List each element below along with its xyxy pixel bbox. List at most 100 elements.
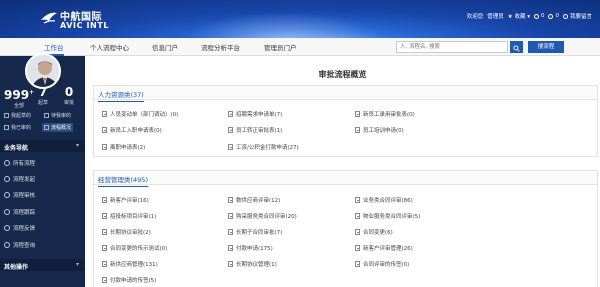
- document-icon: [355, 197, 360, 203]
- document-icon: [228, 245, 233, 251]
- document-icon: [228, 213, 233, 219]
- list-item[interactable]: 工资/公积金打款申请(27): [228, 143, 299, 151]
- favorites-link[interactable]: ★ 收藏 ▾: [508, 12, 530, 20]
- document-icon: [355, 111, 360, 117]
- notifications-link[interactable]: 0: [548, 13, 559, 19]
- sidebar-item-review-flow[interactable]: 流程审核: [4, 191, 35, 199]
- document-icon: [4, 113, 9, 118]
- list-item[interactable]: 新员工入职申请表(0): [102, 126, 162, 134]
- check-icon: [4, 192, 10, 198]
- document-icon: [228, 261, 233, 267]
- avatar[interactable]: [25, 53, 61, 89]
- list-item[interactable]: 数供应商评审(12): [228, 196, 280, 204]
- nav-info-portal[interactable]: 信息门户: [152, 42, 178, 52]
- list-item[interactable]: 长期协议管理(1): [228, 260, 277, 268]
- list-item[interactable]: 员工转正审批表(1): [228, 126, 282, 134]
- list-item[interactable]: 新供应商管理(131): [102, 260, 158, 268]
- document-icon: [102, 111, 107, 117]
- list-item[interactable]: 物业服务类合同评审(5): [355, 212, 420, 220]
- document-icon: [102, 277, 107, 283]
- section-business-nav[interactable]: 业务导航 ▾: [0, 140, 85, 152]
- main-nav: 工作台 个人流程中心 信息门户 流程分析平台 管理员门户 搜流程: [0, 38, 600, 56]
- chart-icon: [44, 125, 49, 130]
- search-input[interactable]: [396, 41, 508, 53]
- list-item[interactable]: 长期协议审批(2): [102, 228, 151, 236]
- message-icon: [533, 13, 539, 19]
- list-item[interactable]: 招投标项目评审(1): [102, 212, 156, 220]
- list-item[interactable]: 人员变动单（部门调动）(0): [102, 110, 178, 118]
- search-flow-button[interactable]: 搜流程: [528, 41, 564, 53]
- list-item[interactable]: 付款申请(175): [228, 244, 273, 252]
- list-item[interactable]: 购采服务类合同评审(20): [228, 212, 297, 220]
- panel-operations-title[interactable]: 经营管理类(495): [98, 174, 148, 187]
- document-icon: [4, 125, 9, 130]
- sidebar-item-track-flow[interactable]: 流程跟踪: [4, 208, 35, 216]
- quick-my-reviewed[interactable]: 我已审的: [4, 124, 31, 131]
- stat-drafted[interactable]: 7 起草: [38, 86, 48, 107]
- stat-approval[interactable]: 0 审批: [64, 86, 74, 107]
- document-icon: [228, 144, 233, 150]
- search-icon: [513, 44, 520, 52]
- header-banner: 中航国际 AVIC INTL 欢迎您 管理员 ★ 收藏 ▾ 0 0 我要留言: [0, 0, 600, 38]
- document-icon: [102, 229, 107, 235]
- brand-name-en: AVIC INTL: [60, 21, 110, 30]
- messages-link[interactable]: 0: [533, 13, 544, 19]
- top-links: 欢迎您 管理员 ★ 收藏 ▾ 0 0 我要留言: [467, 12, 592, 20]
- document-icon: [228, 111, 233, 117]
- document-icon: [102, 127, 107, 133]
- welcome-link: 欢迎您: [466, 14, 484, 20]
- list-item[interactable]: 合同评审的传签(0): [355, 260, 409, 268]
- list-item[interactable]: 新客户评审管理(26): [355, 244, 413, 252]
- document-icon: [102, 144, 107, 150]
- chevron-down-icon: ▾: [75, 142, 79, 149]
- document-icon: [228, 197, 233, 203]
- panel-hr: 人力资源类(37) 人员变动单（部门调动）(0) 招聘需求申请单(7) 新员工录…: [93, 85, 598, 157]
- document-icon: [102, 197, 107, 203]
- sidebar-item-all-flows[interactable]: 所有流程: [4, 159, 35, 167]
- quick-pending-review[interactable]: 待我审的: [44, 112, 71, 119]
- panel-operations: 经营管理类(495) 新客户评审(16) 数供应商评审(12) 业务类合同评审(…: [93, 170, 598, 287]
- list-item[interactable]: 离职申请表(2): [102, 143, 145, 151]
- admin-user-link[interactable]: 管理员: [487, 12, 504, 20]
- section-other-ops[interactable]: 其他操作 ▾: [0, 259, 85, 271]
- document-icon: [355, 229, 360, 235]
- track-icon: [4, 209, 10, 215]
- document-icon: [228, 229, 233, 235]
- nav-analysis-platform[interactable]: 流程分析平台: [201, 42, 240, 52]
- list-item[interactable]: 付款申请的传签(5): [102, 276, 156, 284]
- document-icon: [44, 113, 49, 118]
- list-item[interactable]: 员工培训申请(0): [355, 126, 404, 134]
- page-title: 审批流程概览: [318, 70, 367, 79]
- plus-icon: [4, 176, 10, 182]
- comment-icon: [562, 13, 568, 19]
- nav-personal-center[interactable]: 个人流程中心: [90, 42, 129, 52]
- nav-admin-portal[interactable]: 管理员门户: [264, 42, 297, 52]
- list-item[interactable]: 合同变更的传示测试(0): [102, 244, 167, 252]
- list-item[interactable]: 合同变更(6): [355, 228, 393, 236]
- list-item[interactable]: 招聘需求申请单(7): [228, 110, 282, 118]
- main-content: 审批流程概览 人力资源类(37) 人员变动单（部门调动）(0) 招聘需求申请单(…: [85, 56, 600, 287]
- list-item[interactable]: 业务类合同评审(86): [355, 196, 413, 204]
- sidebar-item-start-flow[interactable]: 流程发起: [4, 175, 35, 183]
- leave-message-link[interactable]: 我要留言: [562, 12, 592, 20]
- quick-my-drafted[interactable]: 我起草的: [4, 112, 31, 119]
- document-icon: [355, 127, 360, 133]
- avic-logo-icon: [41, 12, 57, 24]
- stat-all[interactable]: 999+ 全部: [4, 86, 34, 110]
- list-item[interactable]: 新客户评审(16): [102, 196, 149, 204]
- document-icon: [102, 213, 107, 219]
- sidebar-item-query-flow[interactable]: 流程查询: [4, 241, 35, 249]
- list-icon: [4, 160, 10, 166]
- panel-hr-title[interactable]: 人力资源类(37): [98, 89, 144, 102]
- list-item[interactable]: 长期子合同审批(7): [228, 228, 282, 236]
- sidebar-item-feedback-flow[interactable]: 流程反馈: [4, 224, 35, 232]
- search-button[interactable]: [510, 41, 523, 53]
- document-icon: [228, 127, 233, 133]
- document-icon: [102, 245, 107, 251]
- feedback-icon: [4, 225, 10, 231]
- banner-glow: [170, 8, 400, 38]
- bell-icon: [548, 13, 554, 19]
- search-icon: [4, 242, 10, 248]
- quick-flow-overview[interactable]: 流程概况: [42, 123, 74, 132]
- list-item[interactable]: 新员工录用审批表(0): [355, 110, 415, 118]
